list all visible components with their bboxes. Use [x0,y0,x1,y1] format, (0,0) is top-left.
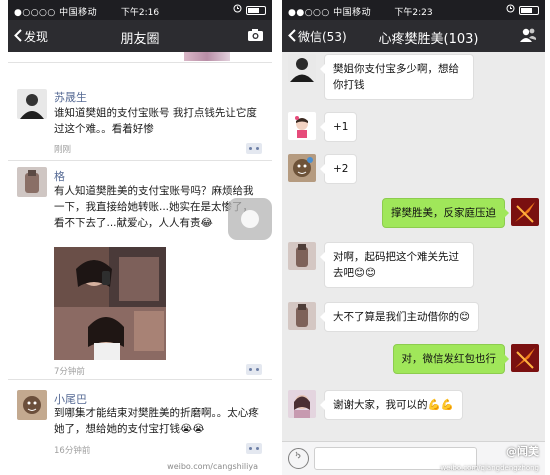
battery-icon [246,5,266,15]
status-bar: ●○○○○ 中国移动 下午2:16 [8,0,272,20]
speaker-icon [294,451,304,464]
message-bubble[interactable]: 谢谢大家，我可以的💪💪 [320,390,463,420]
moment-post: 小尾巴 到哪集才能结束对樊胜美的折磨啊。。太心疼她了，想给她的支付宝打钱😭😭 1… [8,380,272,475]
status-bar: ●●○○○ 中国移动 下午2:23 [282,0,545,20]
back-label: 微信(53) [298,30,347,44]
avatar[interactable] [17,390,47,420]
post-text: 谁知道樊姐的支付宝账号 我打点钱先让它度过这个难。。看着好惨 [54,107,257,135]
input-bar: @闻美 weibo.com/qiangdengzhong [282,441,545,475]
moment-post: 格 有人知道樊胜美的支付宝账号吗？麻烦给我一下，我直接给她转账...她实在是太惨… [8,161,272,380]
nav-bar: 微信(53) 心疼樊胜美(103) [282,20,545,52]
lock-icon [233,4,242,16]
voice-input-button[interactable] [288,448,309,469]
avatar[interactable] [288,112,316,140]
group-members-button[interactable] [519,26,537,48]
group-members-icon [519,28,537,48]
message-bubble[interactable]: +2 [319,154,358,184]
chevron-left-icon [288,28,296,45]
moments-feed: 苏晟生 谁知道樊姐的支付宝账号 我打点钱先让它度过这个难。。看着好惨 刚刚 格 … [8,52,272,475]
avatar[interactable] [288,390,316,418]
avatar[interactable] [288,302,316,330]
moments-screen: ●○○○○ 中国移动 下午2:16 发现 朋友圈 苏晟生 谁知道樊姐的支付宝账号… [8,0,272,475]
post-time: 7分钟前 [54,367,85,377]
watermark: weibo.com/cangshiliya [167,462,258,471]
back-button[interactable]: 发现 [14,28,48,45]
watermark: @闻美 [506,445,539,458]
comment-more-button[interactable] [246,364,262,375]
post-photo[interactable] [54,247,166,360]
avatar[interactable] [288,54,316,82]
watermark-url: weibo.com/qiangdengzhong [440,464,539,472]
poster-name[interactable]: 格 [54,168,65,184]
message-list: 樊姐你支付宝多少啊，想给你打钱 +1 +2 撑樊胜美，反家庭压迫 对啊，起码把这… [282,52,545,475]
avatar[interactable] [288,242,316,270]
message-bubble[interactable]: 对，微信发红包也行 [392,344,509,374]
camera-icon [247,27,264,46]
avatar[interactable] [17,167,47,197]
chevron-left-icon [14,28,22,45]
battery-icon [519,5,539,15]
moment-post: 苏晟生 谁知道樊姐的支付宝账号 我打点钱先让它度过这个难。。看着好惨 刚刚 [8,63,272,161]
chat-screen: ●●○○○ 中国移动 下午2:23 微信(53) 心疼樊胜美(103) 樊姐你支… [282,0,545,475]
back-label: 发现 [24,30,49,44]
post-time: 刚刚 [54,145,72,155]
poster-name[interactable]: 苏晟生 [54,89,87,105]
message-bubble[interactable]: 大不了算是我们主动借你的😊 [320,302,479,332]
comment-more-button[interactable] [246,143,262,154]
avatar[interactable] [17,89,47,119]
previous-post-photo[interactable] [184,52,230,61]
comment-more-button[interactable] [246,443,262,454]
message-bubble[interactable]: 樊姐你支付宝多少啊，想给你打钱 [320,54,474,100]
camera-button[interactable] [247,27,264,46]
message-bubble[interactable]: 撑樊胜美，反家庭压迫 [382,198,509,228]
post-text: 到哪集才能结束对樊胜美的折磨啊。。太心疼她了，想给她的支付宝打钱😭😭 [54,407,259,435]
post-time: 16分钟前 [54,446,91,456]
message-bubble[interactable]: 对啊，起码把这个难关先过去吧😊😊 [320,242,474,288]
back-button[interactable]: 微信(53) [288,28,347,45]
avatar[interactable] [511,198,539,226]
lock-icon [506,4,515,16]
message-bubble[interactable]: +1 [319,112,358,142]
assistive-touch-button[interactable] [228,198,272,240]
chat-title: 心疼樊胜美(103) [378,32,479,47]
avatar[interactable] [511,344,539,372]
avatar[interactable] [288,154,316,182]
nav-bar: 发现 朋友圈 [8,20,272,52]
